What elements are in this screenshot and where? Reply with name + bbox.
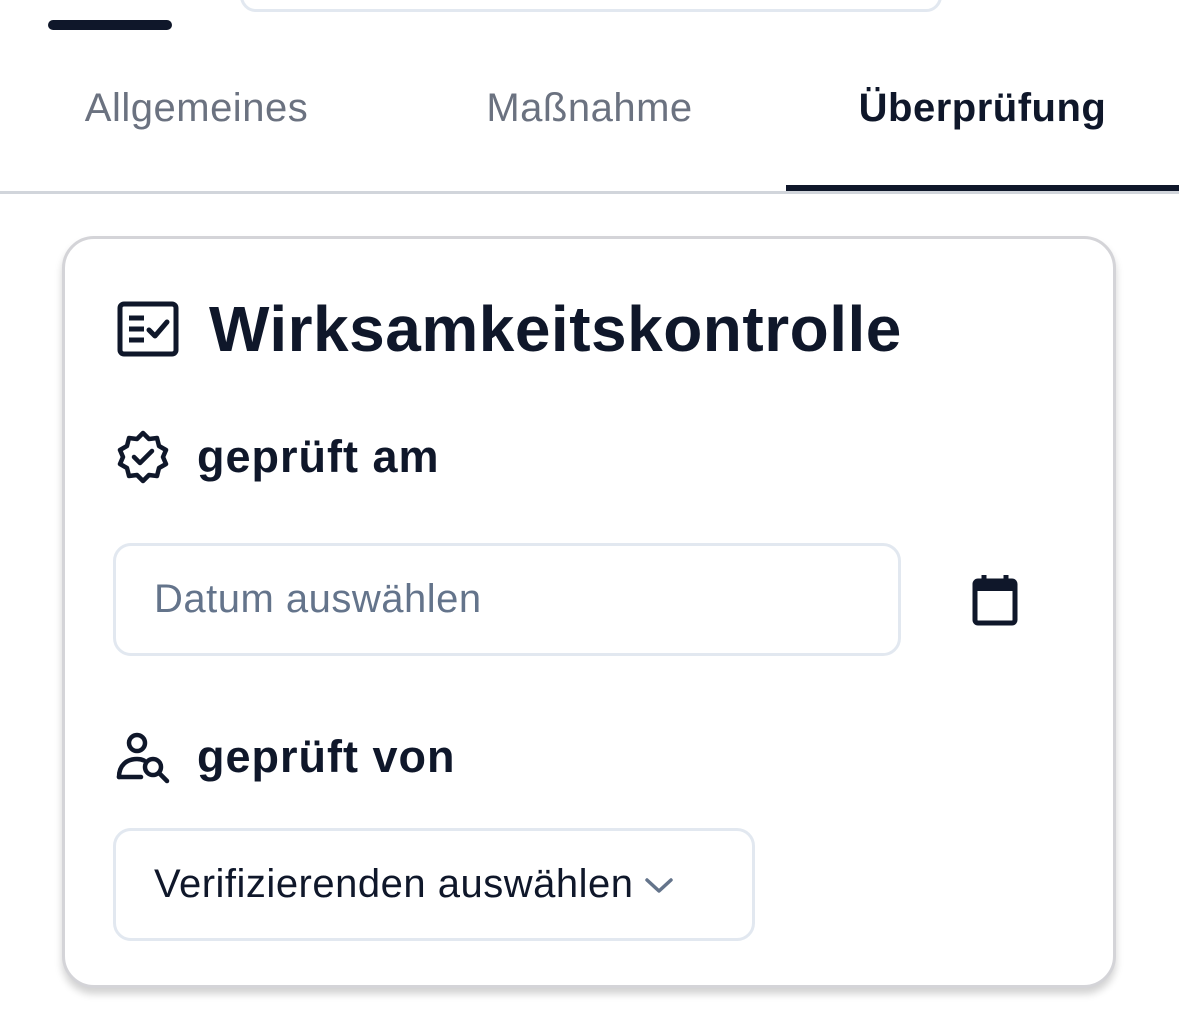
checklist-icon	[117, 301, 179, 357]
tab-bar: Allgemeines Maßnahme Überprüfung	[0, 58, 1179, 194]
card-header: Wirksamkeitskontrolle	[117, 297, 902, 361]
tab-ueberpruefung[interactable]: Überprüfung	[786, 58, 1179, 191]
verified-badge-icon	[115, 429, 171, 485]
verifier-select[interactable]: Verifizierenden auswählen	[113, 828, 755, 941]
verifier-field-label: geprüft von	[197, 731, 456, 782]
calendar-icon[interactable]	[971, 573, 1023, 627]
active-indicator-handle	[48, 20, 172, 30]
person-search-icon	[115, 729, 171, 785]
tab-label: Überprüfung	[858, 86, 1107, 130]
tab-label: Maßnahme	[486, 86, 693, 130]
verifier-select-value: Verifizierenden auswählen	[154, 862, 634, 906]
verifier-field-label-row: geprüft von	[115, 729, 455, 785]
card-title: Wirksamkeitskontrolle	[209, 293, 902, 365]
chevron-down-icon	[643, 875, 675, 895]
tab-allgemeines[interactable]: Allgemeines	[0, 58, 393, 191]
date-field-label: geprüft am	[197, 431, 440, 482]
date-input[interactable]	[113, 543, 901, 656]
date-field-label-row: geprüft am	[115, 429, 440, 485]
effectiveness-check-card: Wirksamkeitskontrolle geprüft am Datum a…	[62, 236, 1116, 988]
tab-label: Allgemeines	[84, 86, 309, 130]
partial-input-field[interactable]	[240, 0, 942, 12]
tab-massnahme[interactable]: Maßnahme	[393, 58, 786, 191]
